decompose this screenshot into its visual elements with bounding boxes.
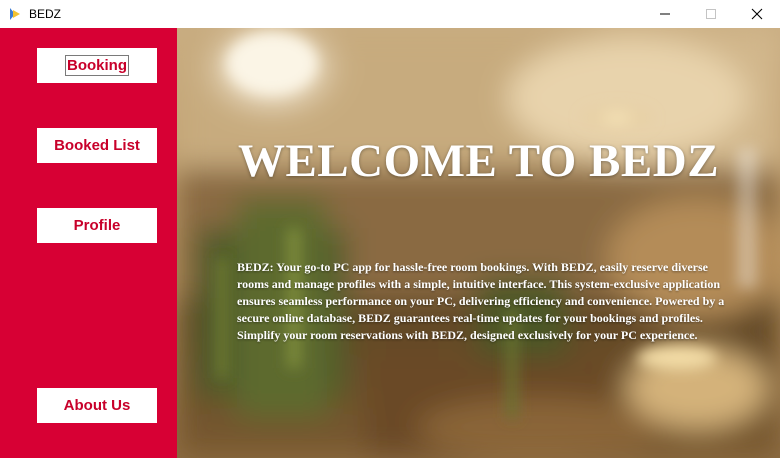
minimize-button[interactable]	[642, 0, 688, 28]
booking-button-label: Booking	[65, 55, 129, 76]
sidebar: Booking Booked List Profile About Us	[0, 28, 177, 458]
booking-button[interactable]: Booking	[37, 48, 157, 83]
window-controls	[642, 0, 780, 28]
close-icon	[751, 8, 763, 20]
profile-button[interactable]: Profile	[37, 208, 157, 243]
hero-section: WELCOME TO BEDZ BEDZ: Your go-to PC app …	[177, 28, 780, 458]
title-bar[interactable]: BEDZ	[0, 0, 780, 28]
app-description: BEDZ: Your go-to PC app for hassle-free …	[237, 260, 725, 342]
minimize-icon	[660, 13, 670, 15]
window-title: BEDZ	[29, 7, 62, 21]
maximize-icon	[706, 9, 716, 19]
hotel-lobby-background-image	[177, 28, 780, 458]
booked-list-button[interactable]: Booked List	[37, 128, 157, 163]
welcome-heading: WELCOME TO BEDZ	[237, 135, 720, 187]
maximize-button[interactable]	[688, 0, 734, 28]
profile-button-label: Profile	[73, 217, 121, 234]
about-us-button-label: About Us	[63, 397, 131, 414]
booked-list-button-label: Booked List	[54, 137, 140, 154]
app-logo-icon	[8, 7, 22, 21]
app-window: BEDZ Booking Booked List Profile About U…	[0, 0, 780, 458]
close-button[interactable]	[734, 0, 780, 28]
about-us-button[interactable]: About Us	[37, 388, 157, 423]
